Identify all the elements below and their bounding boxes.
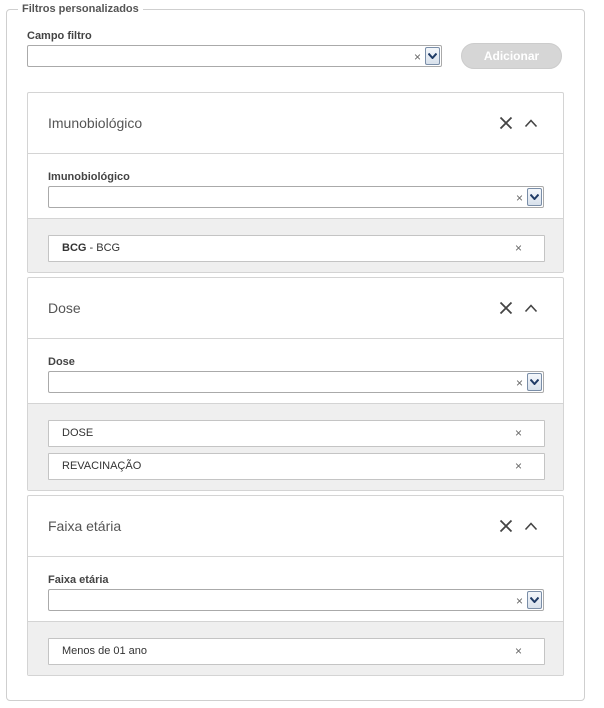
selected-values-area: Menos de 01 ano × (28, 621, 563, 675)
clear-selection-icon[interactable]: × (516, 191, 523, 205)
selected-value-label: Menos de 01 ano (62, 645, 148, 657)
campo-filtro-select[interactable]: × (27, 45, 442, 67)
clear-selection-icon[interactable]: × (516, 376, 523, 390)
clear-selection-icon[interactable]: × (516, 594, 523, 608)
chevron-down-icon[interactable] (527, 373, 542, 391)
fieldset-legend: Filtros personalizados (18, 2, 143, 16)
remove-value-icon[interactable]: × (515, 427, 522, 440)
panel-header: Faixa etária (28, 496, 563, 557)
selected-value-label: REVACINAÇÃO (62, 460, 142, 472)
chevron-down-icon[interactable] (425, 47, 440, 65)
imunobiologico-select[interactable]: × (48, 186, 544, 208)
panel-header: Imunobiológico (28, 93, 563, 154)
chevron-up-icon[interactable] (524, 118, 538, 128)
chevron-down-icon[interactable] (527, 188, 542, 206)
close-icon[interactable] (499, 116, 513, 130)
selected-values-area: DOSE × REVACINAÇÃO × (28, 403, 563, 490)
selected-value-item: BCG - BCG × (48, 235, 545, 262)
field-label: Dose (48, 356, 75, 368)
chevron-down-icon[interactable] (527, 591, 542, 609)
field-label: Imunobiológico (48, 171, 130, 183)
panel-title: Dose (48, 300, 81, 316)
add-filter-button[interactable]: Adicionar (461, 43, 562, 69)
close-icon[interactable] (499, 519, 513, 533)
selected-value-label: DOSE (62, 427, 94, 439)
selected-value-item: Menos de 01 ano × (48, 638, 545, 665)
panel-header: Dose (28, 278, 563, 339)
filter-panel-faixa-etaria: Faixa etária Faixa etária × Menos de 01 … (27, 495, 564, 676)
remove-value-icon[interactable]: × (515, 460, 522, 473)
selected-values-area: BCG - BCG × (28, 218, 563, 272)
filter-panel-dose: Dose Dose × DOSE × REVACINAÇÃO × (27, 277, 564, 491)
campo-filtro-label: Campo filtro (27, 30, 92, 42)
chevron-up-icon[interactable] (524, 303, 538, 313)
field-label: Faixa etária (48, 574, 109, 586)
selected-value-item: DOSE × (48, 420, 545, 447)
chevron-up-icon[interactable] (524, 521, 538, 531)
faixa-etaria-select[interactable]: × (48, 589, 544, 611)
selected-value-item: REVACINAÇÃO × (48, 453, 545, 480)
close-icon[interactable] (499, 301, 513, 315)
selected-value-label: BCG - BCG (62, 242, 121, 254)
remove-value-icon[interactable]: × (515, 242, 522, 255)
panel-title: Faixa etária (48, 518, 122, 534)
panel-title: Imunobiológico (48, 115, 143, 131)
remove-value-icon[interactable]: × (515, 645, 522, 658)
dose-select[interactable]: × (48, 371, 544, 393)
clear-selection-icon[interactable]: × (414, 50, 421, 64)
filter-panel-imunobiologico: Imunobiológico Imunobiológico × BCG - BC… (27, 92, 564, 273)
